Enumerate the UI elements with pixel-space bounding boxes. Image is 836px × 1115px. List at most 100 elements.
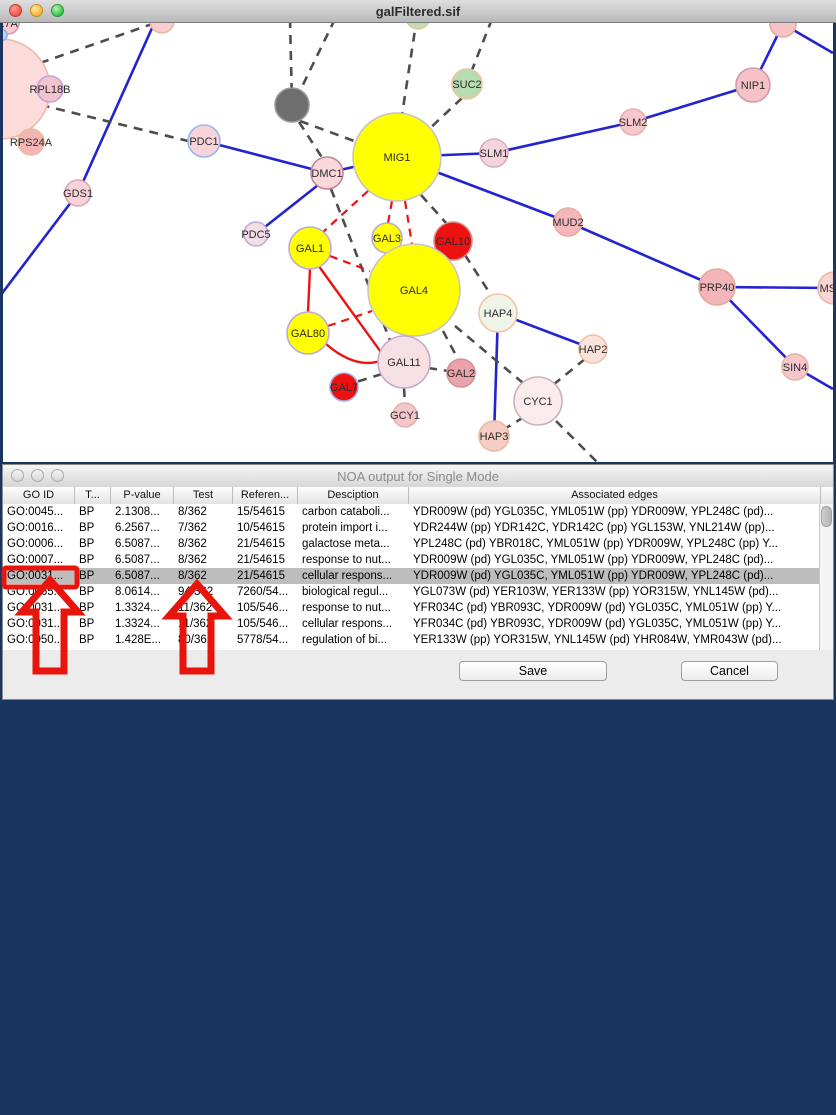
close-button[interactable] [9,4,22,17]
table-cell: 1.428E... [111,632,174,648]
node-label: SUC2 [452,79,481,91]
table-cell: GO:0031... [3,616,75,632]
save-button[interactable]: Save [459,661,607,681]
column-header-desciption[interactable]: Desciption [298,487,409,504]
node-unlabeled[interactable] [770,23,796,37]
node-label: MIG1 [384,152,411,164]
scrollbar-thumb[interactable] [821,506,832,527]
node-label: 17A [3,23,18,30]
node-label: NIP1 [741,80,765,92]
node-MUD2[interactable]: MUD2 [552,208,583,236]
table-cell: YDR009W (pd) YGL035C, YML051W (pp) YDR00… [409,552,821,568]
table-row[interactable]: GO:0031...BP6.5087...8/36221/54615cellul… [3,568,821,584]
table-cell: 80/362 [174,632,233,648]
table-cell: YFR034C (pd) YBR093C, YDR009W (pd) YGL03… [409,616,821,632]
zoom-button[interactable] [51,4,64,17]
node-NIP1[interactable]: NIP1 [736,68,770,102]
table-cell: 6.5087... [111,536,174,552]
node-GAL11[interactable]: GAL11 [378,336,430,388]
table-cell: GO:0016... [3,520,75,536]
table-row[interactable]: GO:0045...BP2.1308...8/36215/54615carbon… [3,504,821,520]
node-HAP3[interactable]: HAP3 [479,421,509,451]
node-MIG1[interactable]: MIG1 [353,113,441,201]
node-CYC1[interactable]: CYC1 [514,377,562,425]
node-label: GDS1 [63,188,93,200]
node-label: CYC1 [523,396,552,408]
node-MSL1[interactable]: MSL1 [818,272,833,304]
node-SLM2[interactable]: SLM2 [619,109,648,135]
table-cell: 21/54615 [233,568,298,584]
node-GAL80[interactable]: GAL80 [287,312,329,354]
network-canvas[interactable]: 17ARPL18BRPS24AGDS1PDC1DMC1MIG1SUC2SLM1S… [3,23,833,462]
edge-gray-dash [443,331,459,361]
edge-red [326,344,380,363]
node-label: MUD2 [552,217,583,229]
column-header-t-[interactable]: T... [75,487,111,504]
table-cell: BP [75,520,111,536]
graph-window-titlebar[interactable]: galFiltered.sif [0,0,836,23]
node-unlabeled[interactable] [406,23,430,29]
zoom-button[interactable] [51,469,64,482]
column-header-p-value[interactable]: P-value [111,487,174,504]
noa-results-table: GO IDT...P-valueTestReferen...Desciption… [3,487,833,1115]
node-circle[interactable] [770,23,796,37]
edge-gray-dash [428,368,448,371]
node-label: HAP3 [480,431,509,443]
node-circle[interactable] [275,88,309,122]
edge-gray-dash [402,23,417,115]
column-header-go-id[interactable]: GO ID [3,487,75,504]
node-PRP40[interactable]: PRP40 [699,269,735,305]
node-unlabeled[interactable] [150,23,174,33]
node-unlabeled[interactable] [275,88,309,122]
node-circle[interactable] [406,23,430,29]
table-row[interactable]: GO:0016...BP6.2567...7/36210/54615protei… [3,520,821,536]
edge-gray-dash [404,388,405,404]
table-cell: 1.3324... [111,616,174,632]
vertical-scrollbar[interactable] [819,504,833,650]
edge-gray-dash [465,255,491,295]
node-GCY1[interactable]: GCY1 [390,403,420,427]
table-cell: 6.2567... [111,520,174,536]
close-button[interactable] [11,469,24,482]
graph-window-title: galFiltered.sif [376,4,461,19]
column-header-test[interactable]: Test [174,487,233,504]
node-label: GCY1 [390,410,420,422]
node-GAL1[interactable]: GAL1 [289,227,331,269]
node-HAP4[interactable]: HAP4 [479,294,517,332]
node-label: HAP2 [579,344,608,356]
table-cell: GO:0007... [3,552,75,568]
table-cell: GO:0065... [3,584,75,600]
minimize-button[interactable] [30,4,43,17]
node-SIN4[interactable]: SIN4 [782,354,808,380]
node-HAP2[interactable]: HAP2 [579,335,608,363]
node-SLM1[interactable]: SLM1 [480,139,509,167]
table-row[interactable]: GO:0007...BP6.5087...8/36221/54615respon… [3,552,821,568]
table-row[interactable]: GO:0031...BP1.3324...11/362105/546...cel… [3,616,821,632]
node-GDS1[interactable]: GDS1 [63,180,93,206]
node-label: PRP40 [700,282,735,294]
minimize-button[interactable] [31,469,44,482]
table-cell: BP [75,568,111,584]
table-cell: 1.3324... [111,600,174,616]
table-row[interactable]: GO:0065...BP8.0614...94/3627260/54...bio… [3,584,821,600]
node-PDC1[interactable]: PDC1 [188,125,220,157]
table-row[interactable]: GO:0006...BP6.5087...8/36221/54615galact… [3,536,821,552]
node-GAL2[interactable]: GAL2 [447,359,475,387]
table-cell: 2.1308... [111,504,174,520]
node-GAL4[interactable]: GAL4 [368,244,460,336]
noa-window-titlebar[interactable]: NOA output for Single Mode [3,465,833,488]
edge-gray-dash [356,374,382,382]
node-DMC1[interactable]: DMC1 [311,157,343,189]
column-header-associated-edges[interactable]: Associated edges [409,487,821,504]
table-cell: YGL073W (pd) YER103W, YER133W (pp) YOR31… [409,584,821,600]
node-GAL7[interactable]: GAL7 [330,373,358,401]
node-SUC2[interactable]: SUC2 [452,69,482,99]
table-row[interactable]: GO:0031...BP1.3324...11/362105/546...res… [3,600,821,616]
column-header-referen-[interactable]: Referen... [233,487,298,504]
table-row[interactable]: GO:0050...BP1.428E...80/3625778/54...reg… [3,632,821,648]
window-controls [9,4,64,17]
table-cell: 8.0614... [111,584,174,600]
cancel-button[interactable]: Cancel [681,661,778,681]
table-cell: 21/54615 [233,536,298,552]
node-circle[interactable] [150,23,174,33]
